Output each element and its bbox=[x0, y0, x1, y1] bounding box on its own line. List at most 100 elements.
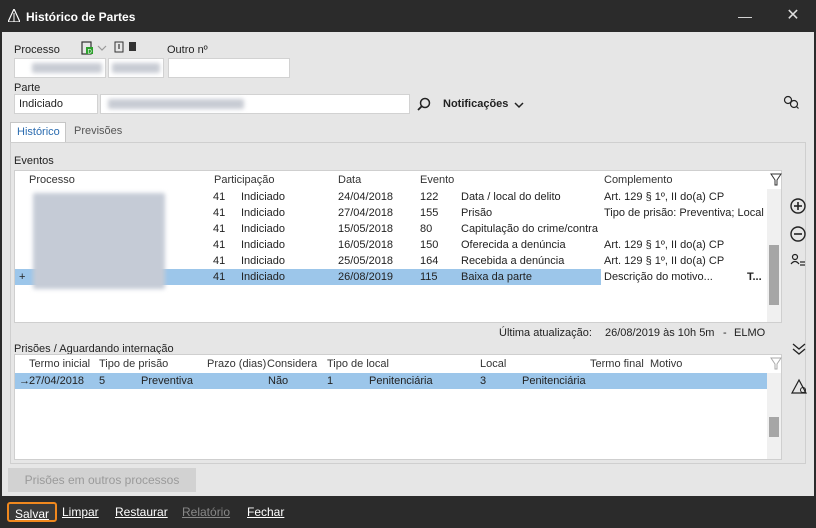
tipo-prisao-code-cell: 5 bbox=[99, 375, 106, 387]
eventos-table: Processo Participação Data Evento Comple… bbox=[14, 170, 782, 323]
historico-panel: Eventos Processo Participação Data Event… bbox=[10, 142, 808, 464]
tab-previsoes[interactable]: Previsões bbox=[68, 122, 130, 142]
col-complemento[interactable]: Complemento bbox=[604, 174, 672, 186]
evento-desc-cell: Data / local do delito bbox=[461, 191, 561, 203]
footer-bar: Salvar Limpar Restaurar Relatório Fechar bbox=[0, 496, 816, 528]
user-list-icon[interactable] bbox=[789, 251, 807, 269]
col-tipo-prisao[interactable]: Tipo de prisão bbox=[99, 358, 168, 370]
prisoes-table: Termo inicial Tipo de prisão Prazo (dias… bbox=[14, 354, 782, 460]
minimize-icon[interactable]: — bbox=[730, 6, 760, 26]
participacao-cell: Indiciado bbox=[241, 239, 286, 251]
num-cell: 41 bbox=[213, 223, 226, 235]
parte-tipo-value: Indiciado bbox=[19, 98, 64, 110]
participacao-cell: Indiciado bbox=[241, 207, 286, 219]
complemento-cell: Art. 129 § 1º, II do(a) CP bbox=[604, 239, 725, 251]
evento-desc-cell: Prisão bbox=[461, 207, 493, 219]
filter-icon[interactable] bbox=[770, 173, 782, 187]
remove-circle-icon[interactable] bbox=[789, 225, 807, 243]
col-termo-final[interactable]: Termo final bbox=[590, 358, 644, 370]
chevron-down-icon[interactable] bbox=[97, 44, 107, 52]
fechar-button[interactable]: Fechar bbox=[241, 502, 290, 522]
main-window: Processo D Outro nº Parte Indiciado Noti… bbox=[2, 32, 814, 496]
evento-code-cell: 164 bbox=[420, 255, 439, 267]
double-chevron-down-icon[interactable] bbox=[791, 342, 807, 356]
processo-column-redacted bbox=[33, 193, 165, 289]
add-circle-icon[interactable] bbox=[789, 197, 807, 215]
data-cell: 25/05/2018 bbox=[338, 255, 394, 267]
local-code-cell: 3 bbox=[480, 375, 487, 387]
col-processo[interactable]: Processo bbox=[29, 174, 75, 186]
notificacoes-button[interactable]: Notificações bbox=[443, 98, 508, 110]
search-icon[interactable] bbox=[417, 97, 431, 111]
col-motivo[interactable]: Motivo bbox=[650, 358, 682, 370]
tab-historico[interactable]: Histórico bbox=[10, 122, 66, 142]
col-tipo-local[interactable]: Tipo de local bbox=[327, 358, 389, 370]
col-local[interactable]: Local bbox=[480, 358, 506, 370]
notes-icon[interactable] bbox=[114, 41, 138, 53]
data-cell: 27/04/2018 bbox=[338, 207, 394, 219]
eventos-header: Processo Participação Data Evento Comple… bbox=[15, 171, 781, 189]
ultima-atualizacao-separator: - bbox=[723, 327, 727, 339]
people-search-icon[interactable] bbox=[783, 95, 799, 109]
evento-desc-cell: Oferecida a denúncia bbox=[461, 239, 566, 251]
num-cell: 41 bbox=[213, 255, 226, 267]
considera-cell: Não bbox=[268, 375, 289, 387]
eventos-scrollbar[interactable] bbox=[767, 189, 781, 322]
scales-icon[interactable] bbox=[790, 378, 808, 396]
local-cell: Penitenciária bbox=[522, 375, 586, 387]
text-tool-icon[interactable]: T... bbox=[747, 271, 762, 283]
evento-desc-cell: Recebida a denúncia bbox=[461, 255, 565, 267]
col-participacao[interactable]: Participação bbox=[214, 174, 275, 186]
col-evento[interactable]: Evento bbox=[420, 174, 454, 186]
chevron-down-icon[interactable] bbox=[514, 101, 524, 109]
data-cell: 15/05/2018 bbox=[338, 223, 394, 235]
prisoes-scroll-thumb[interactable] bbox=[769, 417, 779, 437]
parte-tipo-field[interactable]: Indiciado bbox=[14, 94, 98, 114]
svg-text:D: D bbox=[88, 50, 93, 56]
prisoes-row[interactable]: → 27/04/2018 5 Preventiva Não 1 Penitenc… bbox=[15, 373, 767, 389]
num-cell: 41 bbox=[213, 191, 226, 203]
parte-label: Parte bbox=[14, 82, 41, 94]
ultima-atualizacao-user: ELMO bbox=[734, 327, 766, 339]
evento-code-cell: 150 bbox=[420, 239, 439, 251]
relatorio-button: Relatório bbox=[182, 505, 231, 519]
col-prazo[interactable]: Prazo (dias) bbox=[207, 358, 266, 370]
complemento-cell: Art. 129 § 1º, II do(a) CP bbox=[604, 255, 725, 267]
eventos-title: Eventos bbox=[14, 155, 54, 167]
col-data[interactable]: Data bbox=[338, 174, 361, 186]
prisoes-scrollbar[interactable] bbox=[767, 373, 781, 459]
restaurar-button[interactable]: Restaurar bbox=[109, 502, 174, 522]
title-bar: Histórico de Partes — ✕ bbox=[0, 0, 816, 32]
col-termo-inicial[interactable]: Termo inicial bbox=[29, 358, 90, 370]
parte-nome-redacted bbox=[108, 99, 244, 109]
complemento-cell: Art. 129 § 1º, II do(a) CP bbox=[604, 191, 725, 203]
evento-code-cell: 80 bbox=[420, 223, 433, 235]
data-cell: 24/04/2018 bbox=[338, 191, 394, 203]
new-document-icon[interactable]: D bbox=[80, 41, 94, 55]
close-icon[interactable]: ✕ bbox=[778, 6, 808, 26]
data-cell: 26/08/2019 bbox=[338, 271, 394, 283]
outro-input[interactable] bbox=[168, 58, 290, 78]
evento-desc-cell: Baixa da parte bbox=[461, 271, 532, 283]
salvar-button[interactable]: Salvar bbox=[7, 502, 58, 522]
num-cell: 41 bbox=[213, 239, 226, 251]
participacao-cell: Indiciado bbox=[241, 223, 286, 235]
eventos-scroll-thumb[interactable] bbox=[769, 245, 779, 305]
tipo-local-cell: Penitenciária bbox=[369, 375, 433, 387]
limpar-button[interactable]: Limpar bbox=[56, 502, 105, 522]
filter-icon[interactable] bbox=[770, 357, 782, 371]
participacao-cell: Indiciado bbox=[241, 271, 286, 283]
processo-redacted bbox=[32, 63, 102, 73]
evento-code-cell: 122 bbox=[420, 191, 439, 203]
num-cell: 41 bbox=[213, 207, 226, 219]
processo-label: Processo bbox=[14, 44, 60, 56]
col-considera[interactable]: Considera bbox=[267, 358, 317, 370]
app-icon bbox=[8, 9, 20, 22]
complemento-cell: Descrição do motivo... bbox=[604, 271, 713, 283]
window-title: Histórico de Partes bbox=[26, 10, 136, 24]
evento-desc-cell: Capitulação do crime/contra bbox=[461, 223, 598, 235]
prisoes-outros-processos-button[interactable]: Prisões em outros processos bbox=[8, 468, 196, 492]
outro-label: Outro nº bbox=[167, 44, 208, 56]
evento-code-cell: 115 bbox=[420, 271, 438, 283]
participacao-cell: Indiciado bbox=[241, 191, 286, 203]
